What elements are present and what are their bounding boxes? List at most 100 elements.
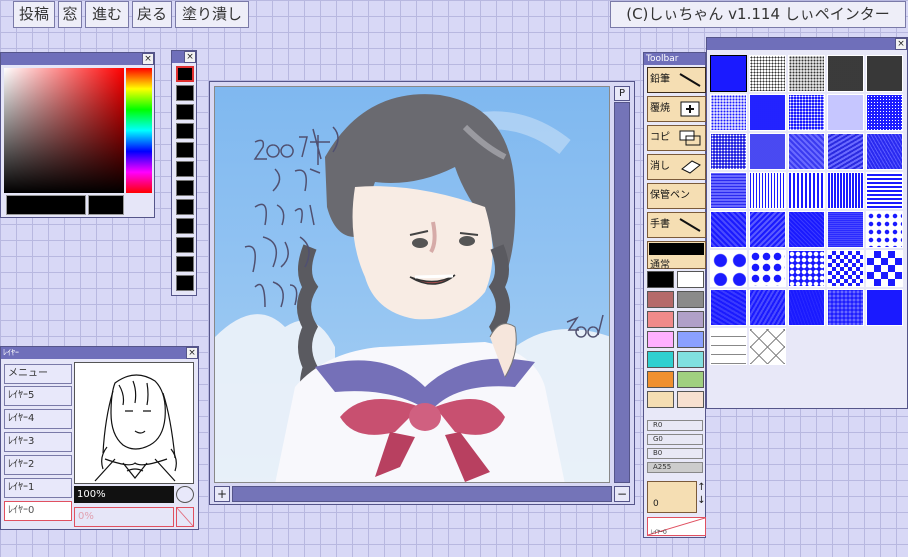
color-box[interactable] bbox=[176, 180, 194, 196]
tone-pattern-swatch[interactable] bbox=[749, 133, 786, 170]
layer-opacity-bar[interactable]: 100% bbox=[74, 486, 174, 503]
tone-pattern-swatch[interactable] bbox=[710, 94, 747, 131]
color-box[interactable] bbox=[176, 237, 194, 253]
palette-swatch[interactable] bbox=[647, 391, 674, 408]
palette-swatch[interactable] bbox=[677, 311, 704, 328]
close-icon[interactable]: × bbox=[895, 38, 907, 50]
zoom-out-button[interactable]: − bbox=[614, 486, 630, 502]
palette-swatch[interactable] bbox=[647, 271, 674, 288]
top-button-3[interactable]: 戻る bbox=[132, 1, 172, 28]
tone-pattern-swatch[interactable] bbox=[710, 328, 747, 365]
toolbar-layer-indicator[interactable]: ﾚｲﾔｰ0 bbox=[647, 517, 706, 536]
tone-pattern-swatch[interactable] bbox=[710, 133, 747, 170]
horizontal-scrollbar[interactable] bbox=[232, 486, 612, 502]
top-button-2[interactable]: 進む bbox=[85, 1, 129, 28]
drawing-canvas[interactable] bbox=[214, 86, 610, 483]
tone-pattern-swatch[interactable] bbox=[788, 250, 825, 287]
tool-button[interactable]: 手書 bbox=[647, 212, 706, 238]
color-box[interactable] bbox=[176, 256, 194, 272]
color-picker-titlebar[interactable] bbox=[1, 53, 154, 65]
layer-menu-button[interactable]: メニュー bbox=[4, 364, 72, 384]
tool-button[interactable]: 消し bbox=[647, 154, 706, 180]
palette-swatch[interactable] bbox=[677, 271, 704, 288]
color-box[interactable] bbox=[176, 66, 194, 82]
tone-pattern-swatch[interactable] bbox=[827, 55, 864, 92]
tone-pattern-swatch[interactable] bbox=[710, 289, 747, 326]
tone-pattern-swatch[interactable] bbox=[866, 55, 903, 92]
tone-pattern-swatch[interactable] bbox=[710, 250, 747, 287]
pen-size-box[interactable]: 0 bbox=[647, 481, 697, 513]
tone-pattern-swatch[interactable] bbox=[749, 289, 786, 326]
tone-pattern-swatch[interactable] bbox=[866, 211, 903, 248]
tone-pattern-swatch[interactable] bbox=[788, 94, 825, 131]
tone-pattern-swatch[interactable] bbox=[866, 289, 903, 326]
color-box[interactable] bbox=[176, 142, 194, 158]
vertical-scrollbar[interactable] bbox=[614, 102, 630, 483]
hue-slider[interactable] bbox=[126, 68, 152, 193]
palette-swatch[interactable] bbox=[647, 331, 674, 348]
palette-swatch[interactable] bbox=[647, 291, 674, 308]
rgba-slider[interactable]: A255 bbox=[647, 462, 703, 473]
layer-item[interactable]: ﾚｲﾔｰ1 bbox=[4, 478, 72, 498]
tone-pattern-swatch[interactable] bbox=[788, 133, 825, 170]
tone-pattern-swatch[interactable] bbox=[749, 94, 786, 131]
tool-button[interactable]: コピ bbox=[647, 125, 706, 151]
palette-swatch[interactable] bbox=[677, 371, 704, 388]
tone-pattern-swatch[interactable] bbox=[749, 250, 786, 287]
tone-pattern-swatch[interactable] bbox=[866, 133, 903, 170]
tone-pattern-swatch[interactable] bbox=[866, 172, 903, 209]
top-button-1[interactable]: 窓 bbox=[58, 1, 82, 28]
palette-swatch[interactable] bbox=[677, 391, 704, 408]
color-box[interactable] bbox=[176, 123, 194, 139]
tone-pattern-swatch[interactable] bbox=[827, 172, 864, 209]
tone-pattern-swatch[interactable] bbox=[749, 55, 786, 92]
saturation-value-square[interactable] bbox=[4, 68, 124, 193]
palette-swatch[interactable] bbox=[677, 351, 704, 368]
canvas-corner-button[interactable]: P bbox=[614, 86, 630, 101]
tool-mode-bar[interactable]: 通常 bbox=[647, 241, 706, 271]
tone-pattern-swatch[interactable] bbox=[710, 211, 747, 248]
tone-pattern-swatch[interactable] bbox=[788, 55, 825, 92]
close-icon[interactable]: × bbox=[142, 53, 154, 65]
bottom-layer-opacity-bar[interactable]: 0% bbox=[74, 507, 174, 527]
zoom-in-button[interactable]: + bbox=[214, 486, 230, 502]
tone-pattern-swatch[interactable] bbox=[788, 172, 825, 209]
palette-swatch[interactable] bbox=[677, 331, 704, 348]
tone-pattern-swatch[interactable] bbox=[749, 328, 786, 365]
tone-pattern-swatch[interactable] bbox=[827, 211, 864, 248]
size-stepper-icon[interactable]: ↑ ↓ bbox=[697, 481, 706, 513]
layer-item[interactable]: ﾚｲﾔｰ0 bbox=[4, 501, 72, 521]
color-box[interactable] bbox=[176, 275, 194, 291]
layer-item[interactable]: ﾚｲﾔｰ5 bbox=[4, 386, 72, 406]
palette-swatch[interactable] bbox=[647, 351, 674, 368]
layer-item[interactable]: ﾚｲﾔｰ4 bbox=[4, 409, 72, 429]
tone-pattern-swatch[interactable] bbox=[827, 94, 864, 131]
tone-pattern-swatch[interactable] bbox=[710, 55, 747, 92]
tone-pattern-swatch[interactable] bbox=[749, 211, 786, 248]
layer-visibility-toggle[interactable] bbox=[176, 486, 194, 503]
top-button-0[interactable]: 投稿 bbox=[13, 1, 55, 28]
tone-pattern-swatch[interactable] bbox=[827, 133, 864, 170]
tool-button[interactable]: 覆焼 bbox=[647, 96, 706, 122]
rgba-slider[interactable]: B0 bbox=[647, 448, 703, 459]
tone-pattern-swatch[interactable] bbox=[827, 289, 864, 326]
tool-button[interactable]: 鉛筆 bbox=[647, 67, 706, 93]
tone-pattern-swatch[interactable] bbox=[749, 172, 786, 209]
close-icon[interactable]: × bbox=[184, 51, 196, 63]
tone-pattern-swatch[interactable] bbox=[866, 94, 903, 131]
palette-swatch[interactable] bbox=[647, 371, 674, 388]
tone-pattern-swatch[interactable] bbox=[788, 211, 825, 248]
rgba-slider[interactable]: R0 bbox=[647, 420, 703, 431]
color-box[interactable] bbox=[176, 161, 194, 177]
tone-pattern-swatch[interactable] bbox=[788, 289, 825, 326]
close-icon[interactable]: × bbox=[186, 347, 198, 359]
rgba-slider[interactable]: G0 bbox=[647, 434, 703, 445]
tone-pattern-swatch[interactable] bbox=[710, 172, 747, 209]
color-box[interactable] bbox=[176, 104, 194, 120]
palette-swatch[interactable] bbox=[677, 291, 704, 308]
top-button-4[interactable]: 塗り潰し bbox=[175, 1, 249, 28]
tool-button[interactable]: 保管ペン bbox=[647, 183, 706, 209]
tone-pattern-swatch[interactable] bbox=[827, 250, 864, 287]
tone-pattern-swatch[interactable] bbox=[866, 250, 903, 287]
tone-palette-titlebar[interactable] bbox=[707, 38, 895, 50]
